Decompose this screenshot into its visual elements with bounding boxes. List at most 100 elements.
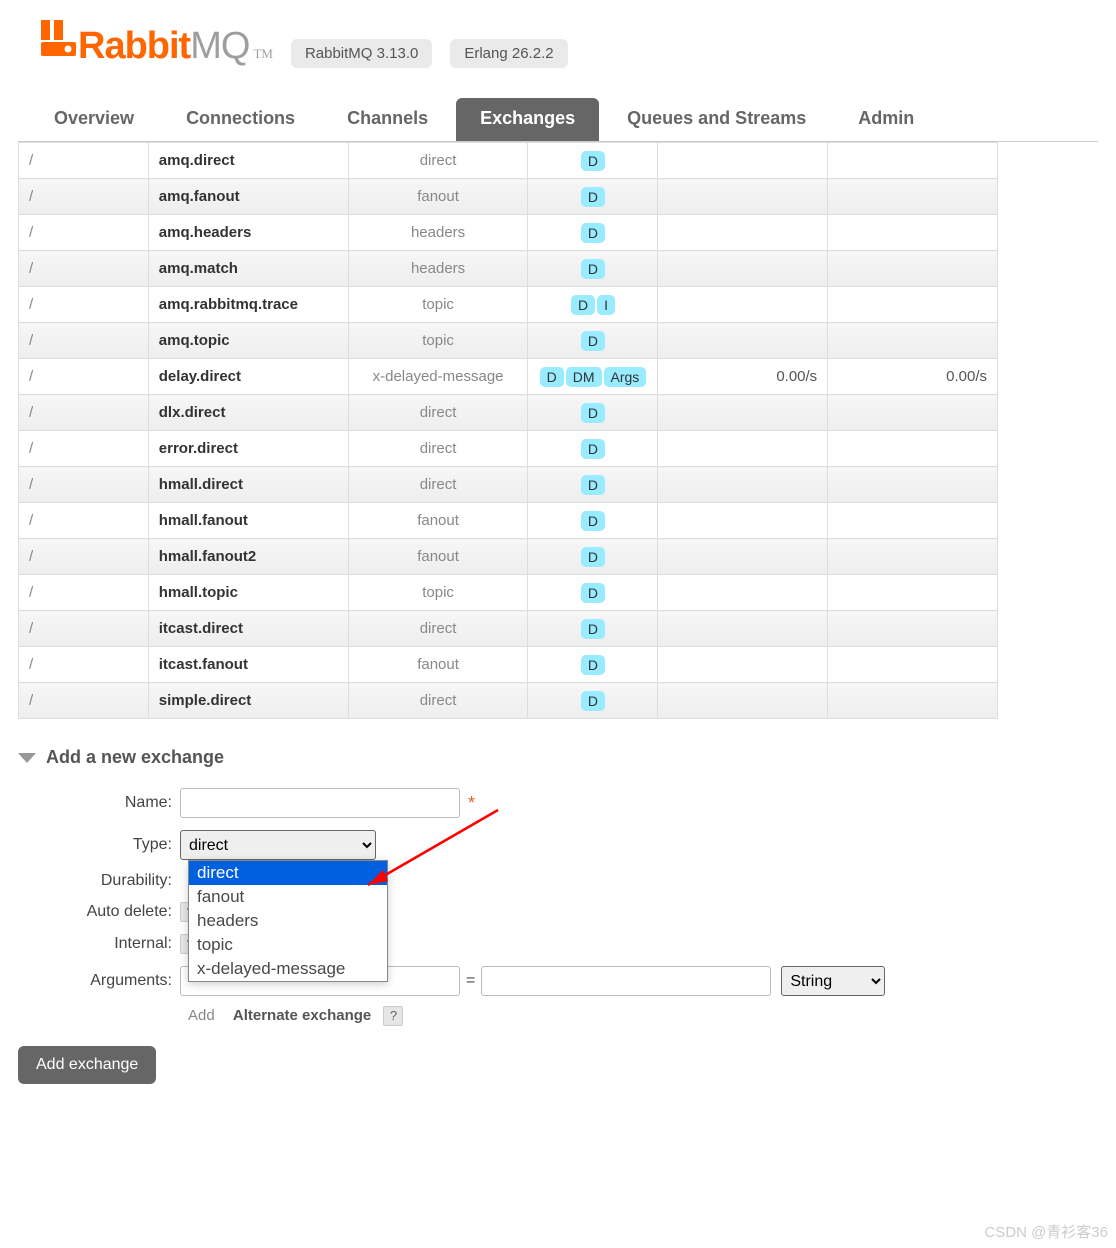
type-cell: topic [348,287,528,323]
rate-out-cell [828,467,998,503]
type-cell: fanout [348,539,528,575]
exchange-name-link[interactable]: dlx.direct [148,395,348,431]
type-option[interactable]: headers [189,909,387,933]
type-cell: fanout [348,179,528,215]
exchange-name-link[interactable]: amq.topic [148,323,348,359]
add-exchange-button[interactable]: Add exchange [18,1046,156,1084]
type-cell: direct [348,611,528,647]
exchange-name-link[interactable]: hmall.direct [148,467,348,503]
name-input[interactable] [180,788,460,818]
exchange-name-link[interactable]: hmall.topic [148,575,348,611]
hint-alternate-exchange[interactable]: Alternate exchange [233,1007,371,1024]
logo[interactable]: Rabbit MQ TM [38,18,273,68]
exchange-name-link[interactable]: amq.direct [148,143,348,179]
table-row: /amq.rabbitmq.tracetopicDI [19,287,998,323]
tab-exchanges[interactable]: Exchanges [456,98,599,141]
exchange-name-link[interactable]: itcast.direct [148,611,348,647]
exchanges-table: /amq.directdirectD/amq.fanoutfanoutD/amq… [18,142,998,719]
exchange-name-link[interactable]: hmall.fanout2 [148,539,348,575]
logo-tm: TM [253,46,273,62]
feature-badge: D [540,367,564,387]
exchange-name-link[interactable]: amq.fanout [148,179,348,215]
vhost-cell: / [19,287,149,323]
rate-in-cell: 0.00/s [658,359,828,395]
features-cell: D [528,611,658,647]
feature-badge: D [581,475,605,495]
exchange-name-link[interactable]: amq.match [148,251,348,287]
rate-out-cell [828,395,998,431]
type-option[interactable]: direct [189,861,387,885]
type-cell: headers [348,251,528,287]
table-row: /error.directdirectD [19,431,998,467]
logo-icon [38,18,78,61]
rate-out-cell [828,683,998,719]
table-row: /simple.directdirectD [19,683,998,719]
type-option[interactable]: fanout [189,885,387,909]
tab-admin[interactable]: Admin [834,98,938,141]
table-row: /delay.directx-delayed-messageDDMArgs0.0… [19,359,998,395]
vhost-cell: / [19,179,149,215]
rabbitmq-version-pill: RabbitMQ 3.13.0 [291,39,432,68]
type-cell: topic [348,575,528,611]
features-cell: D [528,323,658,359]
rate-out-cell [828,539,998,575]
feature-badge: D [581,583,605,603]
tab-queues[interactable]: Queues and Streams [603,98,830,141]
table-row: /amq.topictopicD [19,323,998,359]
rate-out-cell [828,575,998,611]
features-cell: D [528,647,658,683]
rate-in-cell [658,395,828,431]
features-cell: D [528,179,658,215]
watermark: CSDN @青衫客36 [984,1221,1108,1242]
exchange-name-link[interactable]: amq.headers [148,215,348,251]
type-cell: direct [348,683,528,719]
label-durability: Durability: [18,872,180,890]
argument-value-input[interactable] [481,966,771,996]
vhost-cell: / [19,359,149,395]
help-alternate-exchange[interactable]: ? [383,1006,403,1026]
features-cell: D [528,539,658,575]
vhost-cell: / [19,215,149,251]
type-cell: direct [348,395,528,431]
add-exchange-form: Name: * Type: direct directfanoutheaders… [18,788,1098,1084]
exchange-name-link[interactable]: itcast.fanout [148,647,348,683]
features-cell: D [528,467,658,503]
rate-out-cell [828,611,998,647]
exchange-name-link[interactable]: amq.rabbitmq.trace [148,287,348,323]
type-select[interactable]: direct [180,830,376,860]
exchange-name-link[interactable]: error.direct [148,431,348,467]
type-cell: direct [348,467,528,503]
feature-badge: I [597,295,615,315]
tab-channels[interactable]: Channels [323,98,452,141]
table-row: /hmall.fanout2fanoutD [19,539,998,575]
tab-overview[interactable]: Overview [30,98,158,141]
argument-type-select[interactable]: String [781,966,885,996]
type-cell: topic [348,323,528,359]
tab-connections[interactable]: Connections [162,98,319,141]
type-cell: fanout [348,503,528,539]
rate-in-cell [658,143,828,179]
type-option[interactable]: topic [189,933,387,957]
rate-out-cell [828,179,998,215]
rate-out-cell [828,323,998,359]
type-cell: headers [348,215,528,251]
add-exchange-toggle[interactable]: Add a new exchange [18,747,1098,768]
exchange-name-link[interactable]: simple.direct [148,683,348,719]
features-cell: D [528,215,658,251]
table-row: /amq.fanoutfanoutD [19,179,998,215]
rate-out-cell [828,647,998,683]
table-row: /hmall.fanoutfanoutD [19,503,998,539]
table-row: /itcast.fanoutfanoutD [19,647,998,683]
rate-in-cell [658,683,828,719]
exchange-name-link[interactable]: hmall.fanout [148,503,348,539]
table-row: /hmall.directdirectD [19,467,998,503]
label-type: Type: [18,836,180,854]
hint-add: Add [188,1007,215,1024]
vhost-cell: / [19,539,149,575]
feature-badge: D [581,403,605,423]
exchange-name-link[interactable]: delay.direct [148,359,348,395]
type-option[interactable]: x-delayed-message [189,957,387,981]
table-row: /amq.headersheadersD [19,215,998,251]
type-dropdown-listbox[interactable]: directfanoutheaderstopicx-delayed-messag… [188,860,388,982]
feature-badge: DM [566,367,602,387]
